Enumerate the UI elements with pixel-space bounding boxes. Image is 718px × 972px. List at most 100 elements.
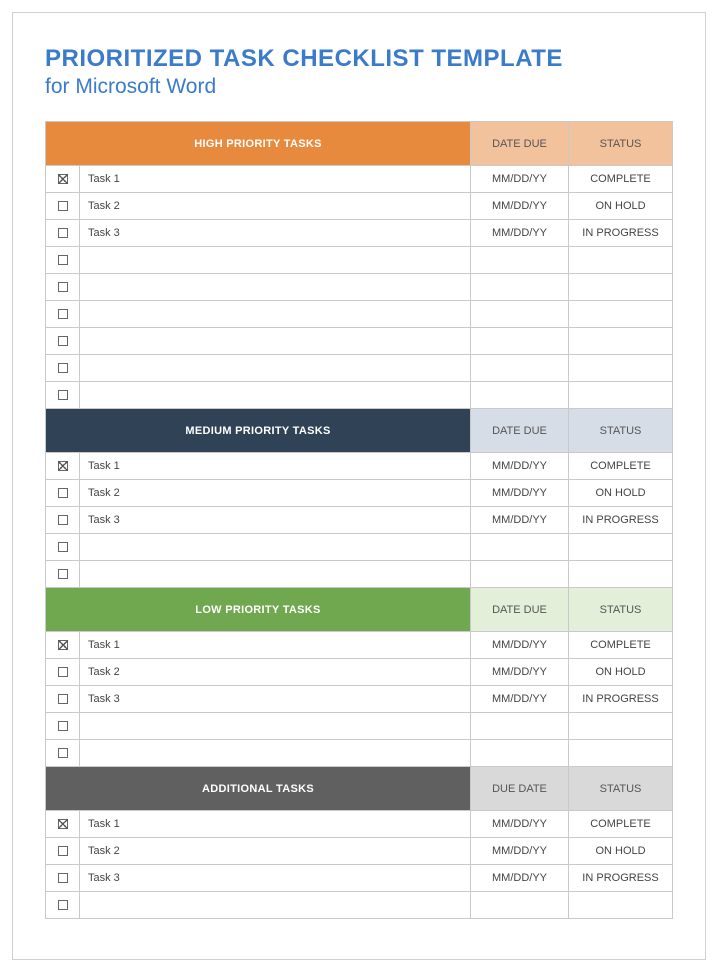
date-due-cell[interactable]: MM/DD/YY <box>471 838 569 865</box>
date-due-cell[interactable] <box>471 713 569 740</box>
date-due-cell[interactable] <box>471 534 569 561</box>
task-cell[interactable] <box>80 740 471 767</box>
status-cell[interactable] <box>569 382 673 409</box>
date-due-cell[interactable]: MM/DD/YY <box>471 632 569 659</box>
checkbox-cell[interactable] <box>46 328 80 355</box>
status-cell[interactable]: IN PROGRESS <box>569 220 673 247</box>
checkbox-icon[interactable] <box>58 667 68 677</box>
checkbox-cell[interactable] <box>46 220 80 247</box>
checkbox-icon[interactable] <box>58 694 68 704</box>
status-cell[interactable] <box>569 740 673 767</box>
status-cell[interactable]: COMPLETE <box>569 632 673 659</box>
checkbox-cell[interactable] <box>46 166 80 193</box>
checkbox-cell[interactable] <box>46 632 80 659</box>
date-due-cell[interactable] <box>471 274 569 301</box>
checkbox-icon[interactable] <box>58 900 68 910</box>
task-cell[interactable] <box>80 561 471 588</box>
status-cell[interactable] <box>569 301 673 328</box>
date-due-cell[interactable]: MM/DD/YY <box>471 220 569 247</box>
checkbox-cell[interactable] <box>46 838 80 865</box>
status-cell[interactable]: ON HOLD <box>569 193 673 220</box>
status-cell[interactable] <box>569 274 673 301</box>
checkbox-cell[interactable] <box>46 453 80 480</box>
status-cell[interactable]: ON HOLD <box>569 838 673 865</box>
date-due-cell[interactable] <box>471 247 569 274</box>
task-cell[interactable] <box>80 274 471 301</box>
task-cell[interactable]: Task 3 <box>80 507 471 534</box>
date-due-cell[interactable]: MM/DD/YY <box>471 480 569 507</box>
task-cell[interactable]: Task 1 <box>80 811 471 838</box>
status-cell[interactable] <box>569 534 673 561</box>
checkbox-icon[interactable] <box>58 390 68 400</box>
date-due-cell[interactable] <box>471 740 569 767</box>
task-cell[interactable]: Task 3 <box>80 865 471 892</box>
task-cell[interactable] <box>80 301 471 328</box>
status-cell[interactable]: COMPLETE <box>569 453 673 480</box>
status-cell[interactable] <box>569 561 673 588</box>
task-cell[interactable] <box>80 892 471 919</box>
task-cell[interactable] <box>80 382 471 409</box>
task-cell[interactable]: Task 1 <box>80 166 471 193</box>
status-cell[interactable]: ON HOLD <box>569 480 673 507</box>
status-cell[interactable] <box>569 713 673 740</box>
checkbox-cell[interactable] <box>46 686 80 713</box>
status-cell[interactable] <box>569 247 673 274</box>
date-due-cell[interactable] <box>471 382 569 409</box>
task-cell[interactable] <box>80 713 471 740</box>
checkbox-icon[interactable] <box>58 846 68 856</box>
status-cell[interactable] <box>569 328 673 355</box>
date-due-cell[interactable]: MM/DD/YY <box>471 865 569 892</box>
date-due-cell[interactable]: MM/DD/YY <box>471 686 569 713</box>
status-cell[interactable]: IN PROGRESS <box>569 865 673 892</box>
task-cell[interactable]: Task 2 <box>80 659 471 686</box>
date-due-cell[interactable]: MM/DD/YY <box>471 659 569 686</box>
task-cell[interactable] <box>80 355 471 382</box>
status-cell[interactable] <box>569 355 673 382</box>
status-cell[interactable]: IN PROGRESS <box>569 507 673 534</box>
date-due-cell[interactable] <box>471 301 569 328</box>
checkbox-cell[interactable] <box>46 811 80 838</box>
task-cell[interactable]: Task 1 <box>80 453 471 480</box>
checkbox-icon[interactable] <box>58 461 68 471</box>
status-cell[interactable] <box>569 892 673 919</box>
checkbox-cell[interactable] <box>46 247 80 274</box>
checkbox-cell[interactable] <box>46 480 80 507</box>
checkbox-icon[interactable] <box>58 488 68 498</box>
date-due-cell[interactable] <box>471 328 569 355</box>
date-due-cell[interactable] <box>471 561 569 588</box>
checkbox-icon[interactable] <box>58 721 68 731</box>
task-cell[interactable]: Task 1 <box>80 632 471 659</box>
checkbox-cell[interactable] <box>46 274 80 301</box>
checkbox-icon[interactable] <box>58 255 68 265</box>
task-cell[interactable] <box>80 247 471 274</box>
checkbox-cell[interactable] <box>46 740 80 767</box>
task-cell[interactable] <box>80 328 471 355</box>
status-cell[interactable]: COMPLETE <box>569 811 673 838</box>
task-cell[interactable]: Task 2 <box>80 480 471 507</box>
checkbox-cell[interactable] <box>46 561 80 588</box>
checkbox-icon[interactable] <box>58 640 68 650</box>
checkbox-icon[interactable] <box>58 174 68 184</box>
task-cell[interactable]: Task 3 <box>80 220 471 247</box>
checkbox-icon[interactable] <box>58 515 68 525</box>
checkbox-icon[interactable] <box>58 542 68 552</box>
checkbox-cell[interactable] <box>46 892 80 919</box>
date-due-cell[interactable]: MM/DD/YY <box>471 453 569 480</box>
task-cell[interactable]: Task 2 <box>80 838 471 865</box>
checkbox-cell[interactable] <box>46 193 80 220</box>
task-cell[interactable]: Task 3 <box>80 686 471 713</box>
checkbox-cell[interactable] <box>46 382 80 409</box>
task-cell[interactable]: Task 2 <box>80 193 471 220</box>
checkbox-cell[interactable] <box>46 659 80 686</box>
checkbox-icon[interactable] <box>58 363 68 373</box>
checkbox-icon[interactable] <box>58 282 68 292</box>
checkbox-cell[interactable] <box>46 865 80 892</box>
date-due-cell[interactable]: MM/DD/YY <box>471 166 569 193</box>
checkbox-cell[interactable] <box>46 713 80 740</box>
checkbox-icon[interactable] <box>58 336 68 346</box>
checkbox-icon[interactable] <box>58 819 68 829</box>
date-due-cell[interactable]: MM/DD/YY <box>471 811 569 838</box>
date-due-cell[interactable]: MM/DD/YY <box>471 193 569 220</box>
checkbox-cell[interactable] <box>46 355 80 382</box>
status-cell[interactable]: ON HOLD <box>569 659 673 686</box>
